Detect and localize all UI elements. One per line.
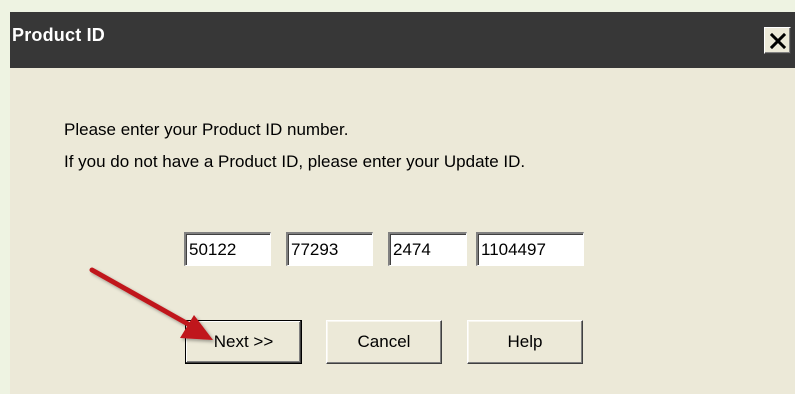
instruction-line-1: Please enter your Product ID number. <box>64 120 349 139</box>
help-button[interactable]: Help <box>467 320 583 364</box>
dialog-body: Please enter your Product ID number. If … <box>10 68 795 394</box>
title-bar: Product ID <box>10 12 795 68</box>
product-id-dialog: Product ID Please enter your Product ID … <box>10 12 795 394</box>
product-id-part-1-field[interactable] <box>184 232 271 266</box>
cancel-button[interactable]: Cancel <box>326 320 442 364</box>
close-button[interactable] <box>764 27 791 54</box>
close-icon <box>770 33 786 49</box>
next-button[interactable]: Next >> <box>185 320 302 364</box>
product-id-part-3-field[interactable] <box>388 232 467 266</box>
dialog-title: Product ID <box>12 25 106 45</box>
screenshot-frame: Product ID Please enter your Product ID … <box>0 0 795 394</box>
product-id-part-2-field[interactable] <box>286 232 373 266</box>
product-id-part-4-field[interactable] <box>476 232 584 266</box>
instruction-line-2: If you do not have a Product ID, please … <box>64 152 526 171</box>
